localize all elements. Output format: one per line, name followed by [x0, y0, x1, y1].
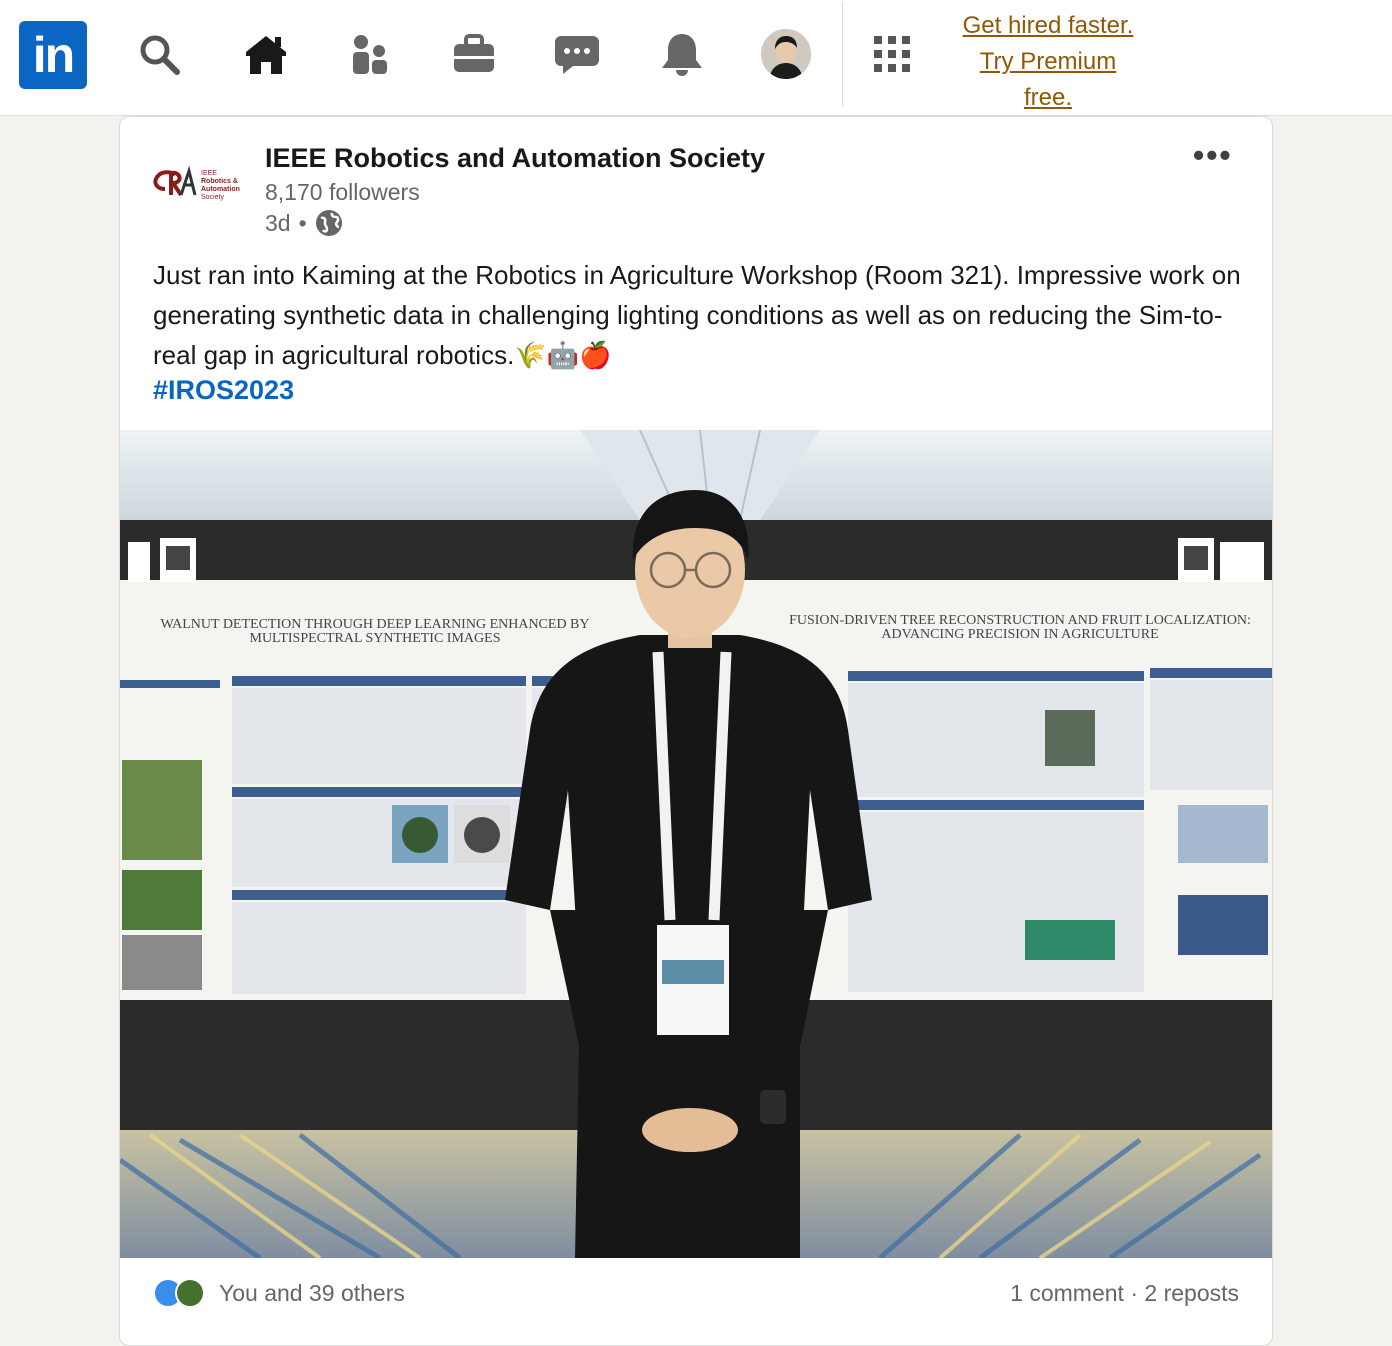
- premium-line-3: free.: [1023, 84, 1073, 111]
- post-meta: 3d •: [265, 209, 343, 237]
- reposts-count-link[interactable]: 2 reposts: [1144, 1280, 1239, 1306]
- org-logo[interactable]: IEEE Robotics & Automation Society: [151, 161, 249, 207]
- messaging-icon[interactable]: [553, 30, 601, 78]
- reaction-icons: [153, 1278, 209, 1308]
- reactions-summary[interactable]: You and 39 others: [153, 1278, 405, 1308]
- post-author-name[interactable]: IEEE Robotics and Automation Society: [265, 143, 765, 174]
- poster-left-title: WALNUT DETECTION THROUGH DEEP LEARNING E…: [160, 617, 589, 632]
- nav-divider: [842, 2, 843, 106]
- jobs-icon[interactable]: [450, 30, 498, 78]
- comments-count-link[interactable]: 1 comment: [1010, 1280, 1124, 1306]
- premium-line-2: Try Premium: [979, 48, 1117, 75]
- follower-count: 8,170 followers: [265, 179, 420, 205]
- counts-separator: ·: [1130, 1280, 1138, 1306]
- feed-post-card: IEEE Robotics & Automation Society IEEE …: [119, 116, 1273, 1346]
- meta-separator: •: [298, 209, 307, 236]
- globe-icon: [315, 209, 343, 237]
- apps-grid-icon[interactable]: [868, 30, 916, 78]
- post-body-text: Just ran into Kaiming at the Robotics in…: [153, 260, 1241, 370]
- svg-text:ADVANCING PRECISION IN AGRICUL: ADVANCING PRECISION IN AGRICULTURE: [881, 627, 1158, 642]
- svg-text:Automation: Automation: [201, 186, 240, 193]
- notifications-icon[interactable]: [658, 30, 706, 78]
- reactions-text: You and 39 others: [219, 1279, 405, 1306]
- linkedin-logo[interactable]: in: [19, 21, 87, 89]
- premium-upsell-link[interactable]: Get hired faster. Try Premium free.: [930, 8, 1166, 116]
- svg-text:Society: Society: [201, 194, 224, 201]
- post-more-options-button[interactable]: •••: [1193, 137, 1233, 174]
- post-age: 3d: [265, 209, 291, 236]
- support-icon: [175, 1278, 205, 1308]
- poster-right-title: FUSION-DRIVEN TREE RECONSTRUCTION AND FR…: [789, 613, 1251, 628]
- hashtag-link[interactable]: #IROS2023: [153, 375, 294, 406]
- svg-text:IEEE: IEEE: [201, 170, 217, 177]
- engagement-counts: 1 comment · 2 reposts: [1010, 1280, 1239, 1307]
- home-icon[interactable]: [242, 30, 290, 78]
- network-icon[interactable]: [346, 30, 394, 78]
- social-counts-bar: You and 39 others 1 comment · 2 reposts: [120, 1258, 1272, 1330]
- svg-text:MULTISPECTRAL SYNTHETIC IMAGES: MULTISPECTRAL SYNTHETIC IMAGES: [250, 631, 501, 646]
- top-navigation-bar: in Get hired faster. Try Premium free.: [0, 0, 1392, 116]
- post-photo[interactable]: WALNUT DETECTION THROUGH DEEP LEARNING E…: [120, 430, 1272, 1258]
- profile-avatar[interactable]: [761, 29, 811, 79]
- search-icon[interactable]: [135, 30, 183, 78]
- svg-text:Robotics &: Robotics &: [201, 178, 238, 185]
- premium-line-1: Get hired faster.: [962, 12, 1134, 39]
